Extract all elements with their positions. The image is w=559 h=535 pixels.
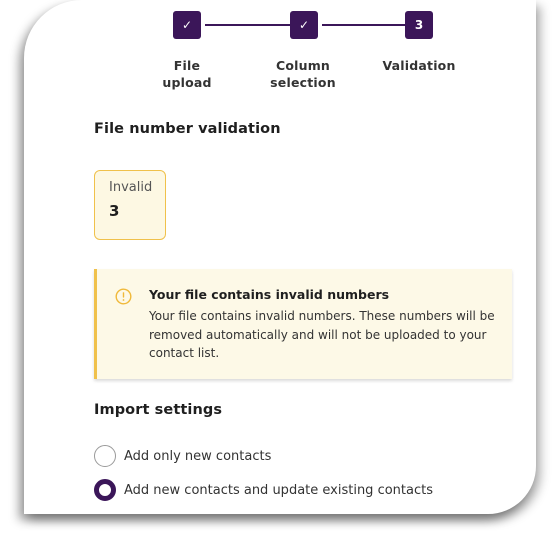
step-1-label: File upload <box>162 58 212 90</box>
step-3-number[interactable]: 3 <box>405 11 433 39</box>
invalid-numbers-alert: Your file contains invalid numbers Your … <box>94 269 512 379</box>
radio-add-only-new[interactable] <box>94 445 116 467</box>
alert-title: Your file contains invalid numbers <box>149 287 390 302</box>
alert-body: Your file contains invalid numbers. Thes… <box>149 309 495 360</box>
step-2-label: Column selection <box>270 58 336 90</box>
option-add-only-new[interactable]: Add only new contacts <box>94 445 271 467</box>
invalid-label: Invalid <box>109 180 153 195</box>
option-label: Add new contacts and update existing con… <box>124 482 433 498</box>
step-connector <box>322 24 406 26</box>
import-card: ✓ ✓ 3 File upload Column selection Valid… <box>24 0 536 514</box>
import-settings-title: Import settings <box>94 402 223 418</box>
invalid-count-card: Invalid 3 <box>94 170 166 240</box>
invalid-count: 3 <box>109 202 120 220</box>
step-1-check-icon[interactable]: ✓ <box>173 11 201 39</box>
option-label: Add only new contacts <box>124 448 272 464</box>
step-3-label: Validation <box>382 58 456 73</box>
step-connector <box>205 24 291 26</box>
radio-add-and-update[interactable] <box>94 479 116 501</box>
step-2-check-icon[interactable]: ✓ <box>290 11 318 39</box>
validation-title: File number validation <box>94 121 281 137</box>
option-add-and-update[interactable]: Add new contacts and update existing con… <box>94 479 433 501</box>
warning-circle-icon <box>115 288 132 309</box>
